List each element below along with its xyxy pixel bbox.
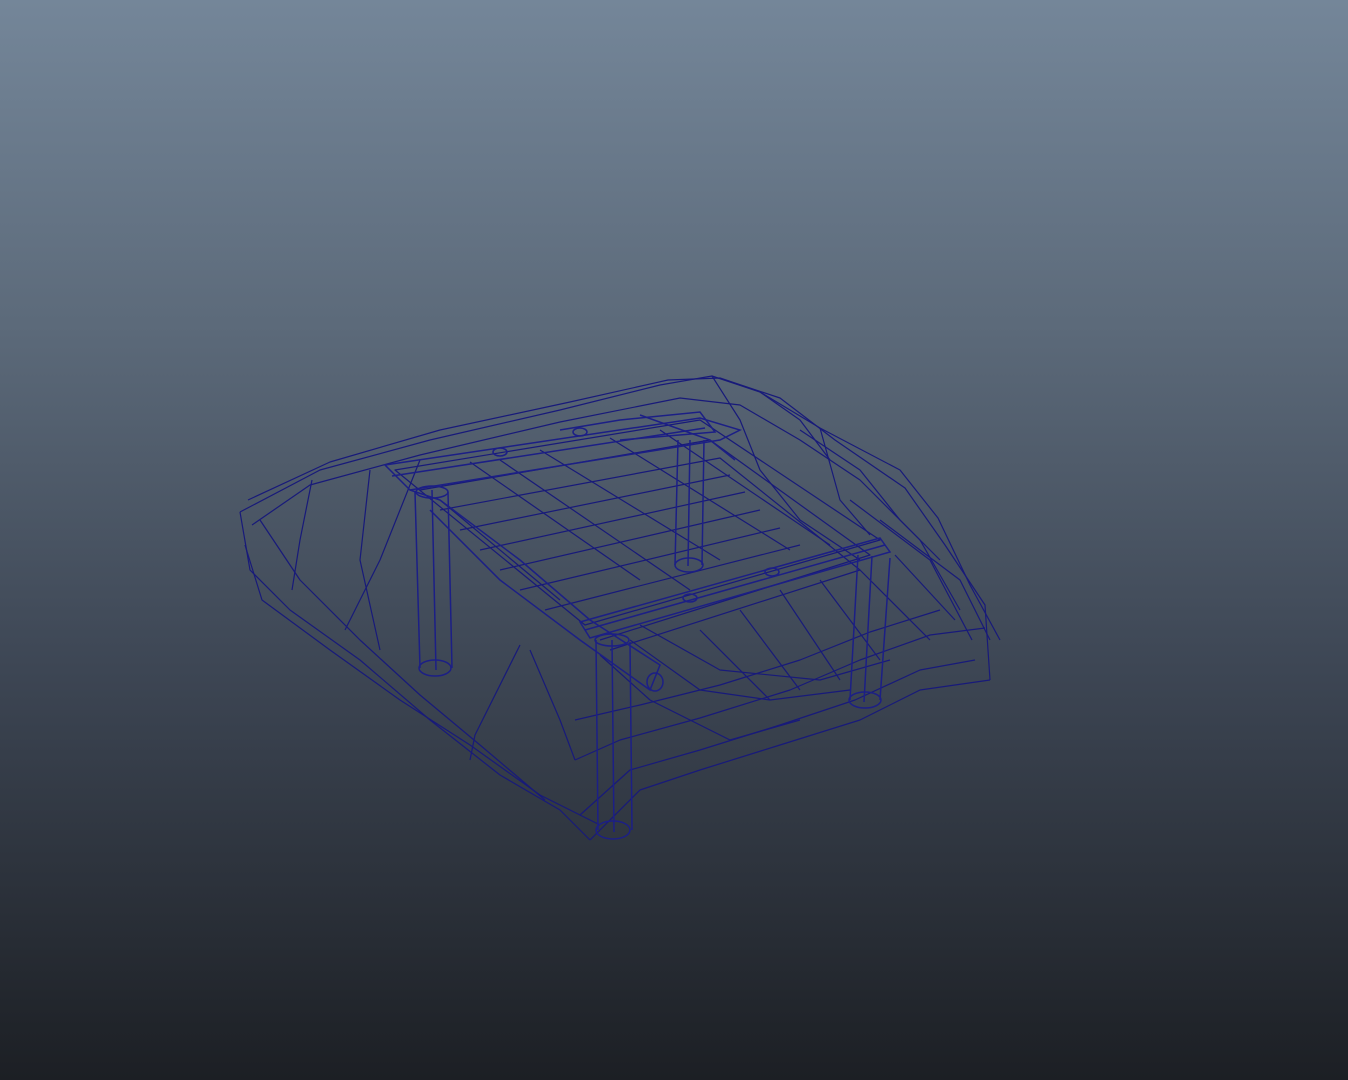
crossbars [383,411,892,692]
leg-back-right [848,554,891,709]
wireframe-model[interactable] [0,0,1348,1080]
3d-viewport[interactable] [0,0,1348,1080]
